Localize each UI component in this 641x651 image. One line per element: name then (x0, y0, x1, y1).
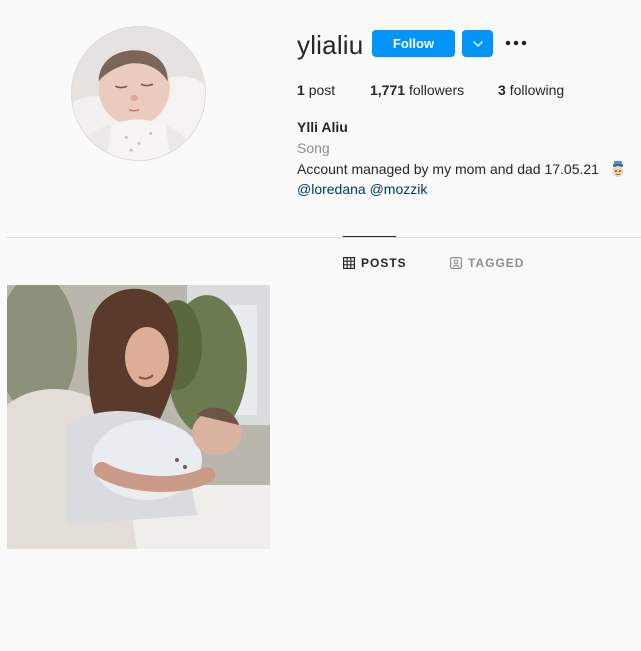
options-button[interactable] (503, 32, 529, 54)
profile-mentions: @loredana @mozzik (297, 181, 427, 197)
profile-bio: Account managed by my mom and dad 17.05.… (297, 160, 627, 181)
tab-posts[interactable]: POSTS (343, 256, 407, 270)
active-tab-indicator (343, 236, 396, 237)
tagged-icon (450, 257, 462, 269)
followers-count: 1,771 (370, 82, 406, 98)
profile-avatar[interactable] (71, 26, 206, 161)
suggested-accounts-button[interactable] (462, 30, 493, 57)
chevron-down-icon (472, 40, 483, 47)
baby-bottle-emoji-icon (609, 160, 627, 181)
mother-and-baby-photo (7, 285, 270, 549)
baby-photo (72, 27, 205, 160)
posts-count-stat: 1 post (297, 82, 335, 98)
following-label: following (509, 82, 565, 98)
following-link[interactable]: 3 following (498, 82, 564, 98)
followers-label: followers (408, 82, 465, 98)
follow-button[interactable]: Follow (372, 30, 455, 57)
mention-mozzik[interactable]: @mozzik (370, 181, 428, 197)
profile-full-name: Ylli Aliu (297, 119, 348, 135)
tab-tagged[interactable]: TAGGED (450, 256, 524, 270)
mention-loredana[interactable]: @loredana (297, 181, 366, 197)
profile-username: ylialiu (297, 30, 364, 60)
followers-link[interactable]: 1,771 followers (370, 82, 464, 98)
bio-text: Account managed by my mom and dad 17.05.… (297, 161, 599, 177)
tab-tagged-label: TAGGED (468, 256, 525, 270)
profile-category: Song (297, 140, 330, 156)
more-options-icon (505, 40, 527, 46)
posts-label: post (308, 82, 336, 98)
tab-posts-label: POSTS (361, 256, 407, 270)
post-thumbnail[interactable] (7, 285, 270, 549)
following-count: 3 (498, 82, 506, 98)
grid-icon (343, 257, 355, 269)
profile-divider (7, 237, 641, 238)
posts-count: 1 (297, 82, 305, 98)
